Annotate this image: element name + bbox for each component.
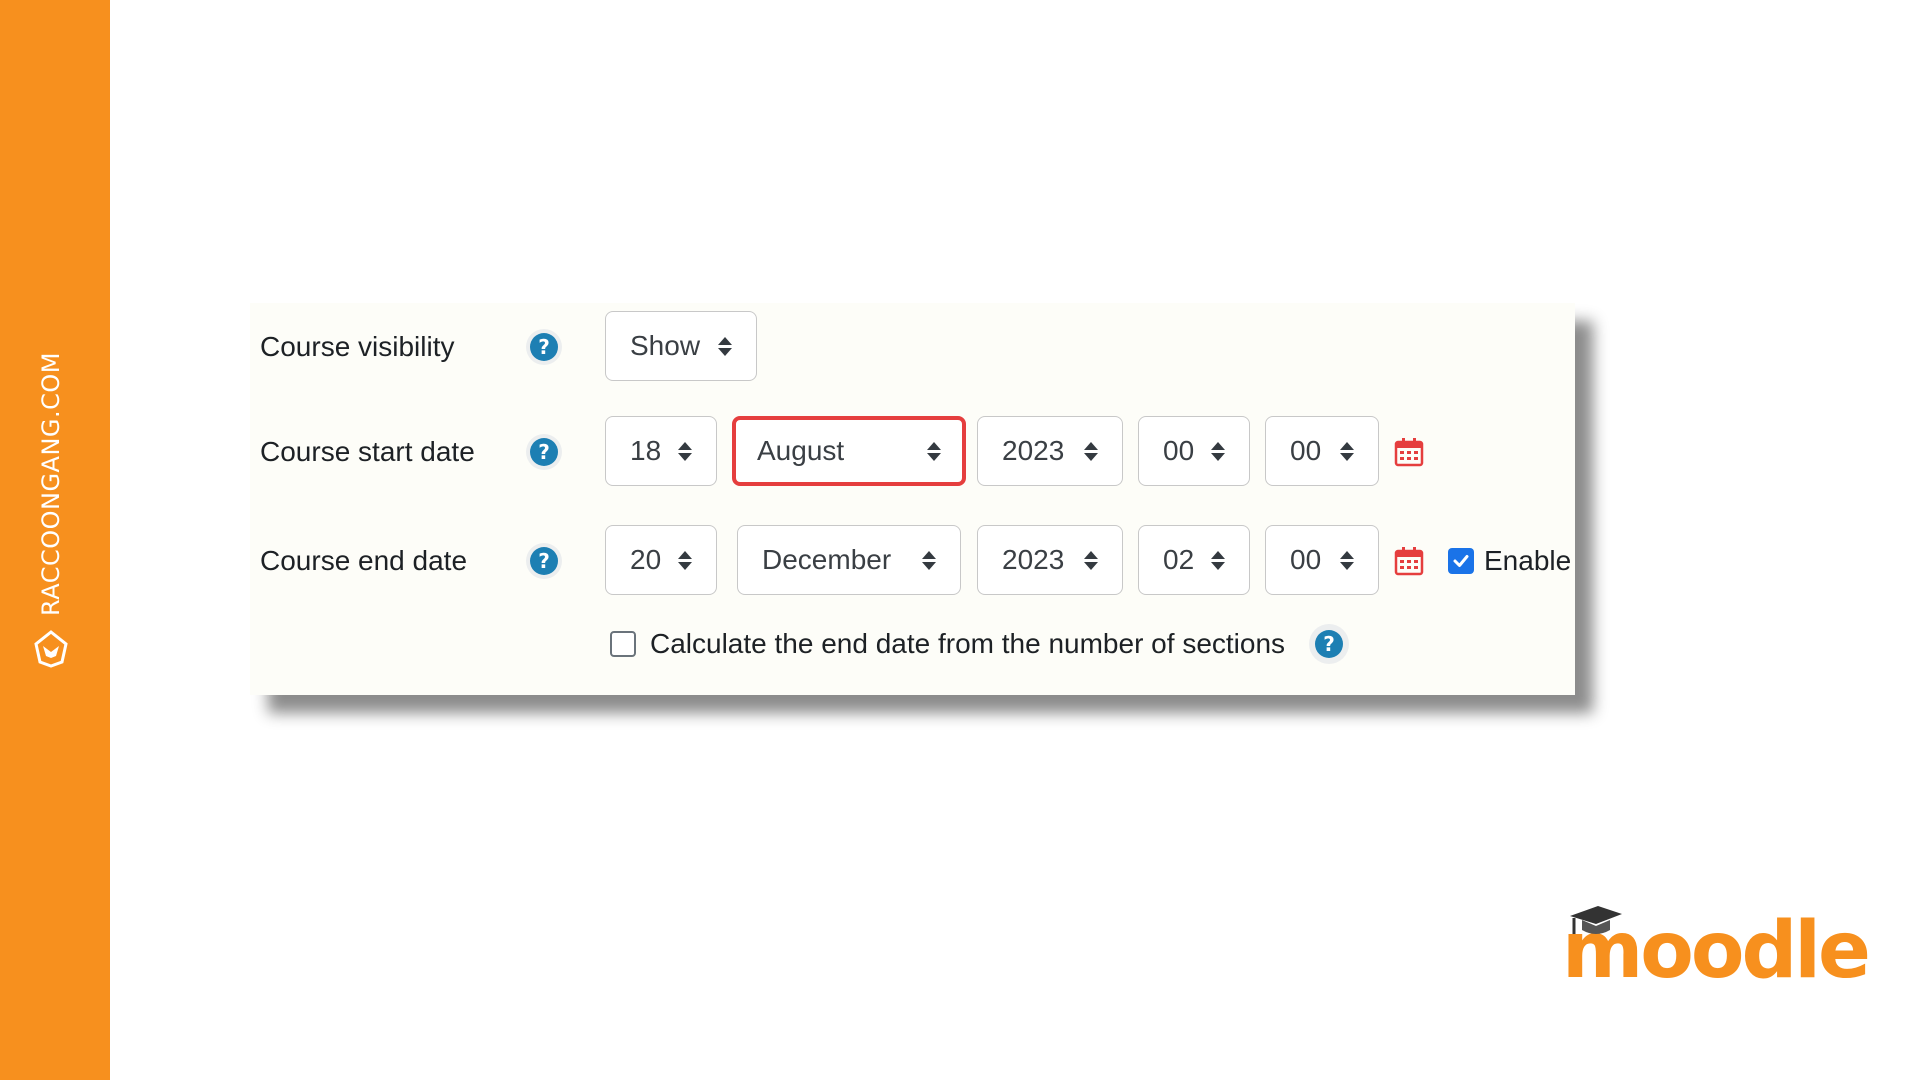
start-hour-value: 00 (1163, 435, 1195, 466)
select-arrows-icon (922, 550, 936, 570)
visibility-select-value: Show (630, 330, 701, 361)
start-calendar-icon[interactable] (1393, 436, 1425, 468)
select-arrows-icon (678, 550, 692, 570)
calc-end-date-label: Calculate the end date from the number o… (650, 628, 1286, 659)
end-day-select[interactable]: 20 (605, 525, 717, 595)
end-minute-value: 00 (1290, 544, 1322, 575)
calc-end-date-checkbox[interactable] (610, 631, 636, 657)
end-year-value: 2023 (1002, 544, 1065, 575)
start-day-select[interactable]: 18 (605, 416, 717, 486)
enable-label: Enable (1484, 545, 1572, 576)
start-year-value: 2023 (1002, 435, 1065, 466)
start-month-value: August (757, 435, 845, 466)
start-day-value: 18 (630, 435, 662, 466)
visibility-help-icon[interactable]: ? (526, 329, 562, 365)
calc-end-date-row: Calculate the end date from the number o… (610, 619, 1350, 669)
select-arrows-icon (718, 336, 732, 356)
mortarboard-icon (1570, 906, 1622, 934)
end-hour-select[interactable]: 02 (1138, 525, 1250, 595)
end-day-value: 20 (630, 544, 662, 575)
raccoon-logo-icon (32, 630, 70, 668)
end-date-label: Course end date (260, 545, 468, 576)
brand-site-name: RACCOONGANG.COM (37, 352, 65, 616)
select-arrows-icon (678, 441, 692, 461)
course-dates-form: Course visibility ? Show Course start da… (250, 303, 1575, 695)
start-date-row: Course start date ? 18 August 2023 00 00 (250, 416, 1575, 488)
end-hour-value: 02 (1163, 544, 1195, 575)
start-minute-select[interactable]: 00 (1265, 416, 1379, 486)
start-hour-select[interactable]: 00 (1138, 416, 1250, 486)
end-date-help-icon[interactable]: ? (526, 543, 562, 579)
enable-checkbox[interactable] (1448, 548, 1474, 574)
checkmark-icon (1453, 555, 1469, 567)
start-year-select[interactable]: 2023 (977, 416, 1123, 486)
start-date-label: Course start date (260, 436, 475, 467)
end-month-value: December (762, 544, 892, 575)
end-date-row: Course end date ? 20 December 2023 02 00 (250, 525, 1575, 597)
start-date-help-icon[interactable]: ? (526, 434, 562, 470)
end-year-select[interactable]: 2023 (977, 525, 1123, 595)
select-arrows-icon (1340, 550, 1354, 570)
brand-sidebar: RACCOONGANG.COM (0, 0, 110, 1080)
select-arrows-icon (1211, 441, 1225, 461)
select-arrows-icon (927, 441, 941, 461)
end-minute-select[interactable]: 00 (1265, 525, 1379, 595)
visibility-select[interactable]: Show (605, 311, 757, 381)
end-calendar-icon[interactable] (1393, 545, 1425, 577)
start-minute-value: 00 (1290, 435, 1322, 466)
select-arrows-icon (1084, 441, 1098, 461)
visibility-row: Course visibility ? Show (250, 311, 1575, 383)
calc-end-date-help-icon[interactable]: ? (1309, 624, 1350, 664)
moodle-logo: moodle (1562, 900, 1871, 990)
select-arrows-icon (1340, 441, 1354, 461)
select-arrows-icon (1211, 550, 1225, 570)
select-arrows-icon (1084, 550, 1098, 570)
end-month-select[interactable]: December (737, 525, 961, 595)
visibility-label: Course visibility (260, 331, 455, 362)
end-date-enable: Enable (1448, 525, 1571, 597)
start-month-select[interactable]: August (732, 416, 966, 486)
